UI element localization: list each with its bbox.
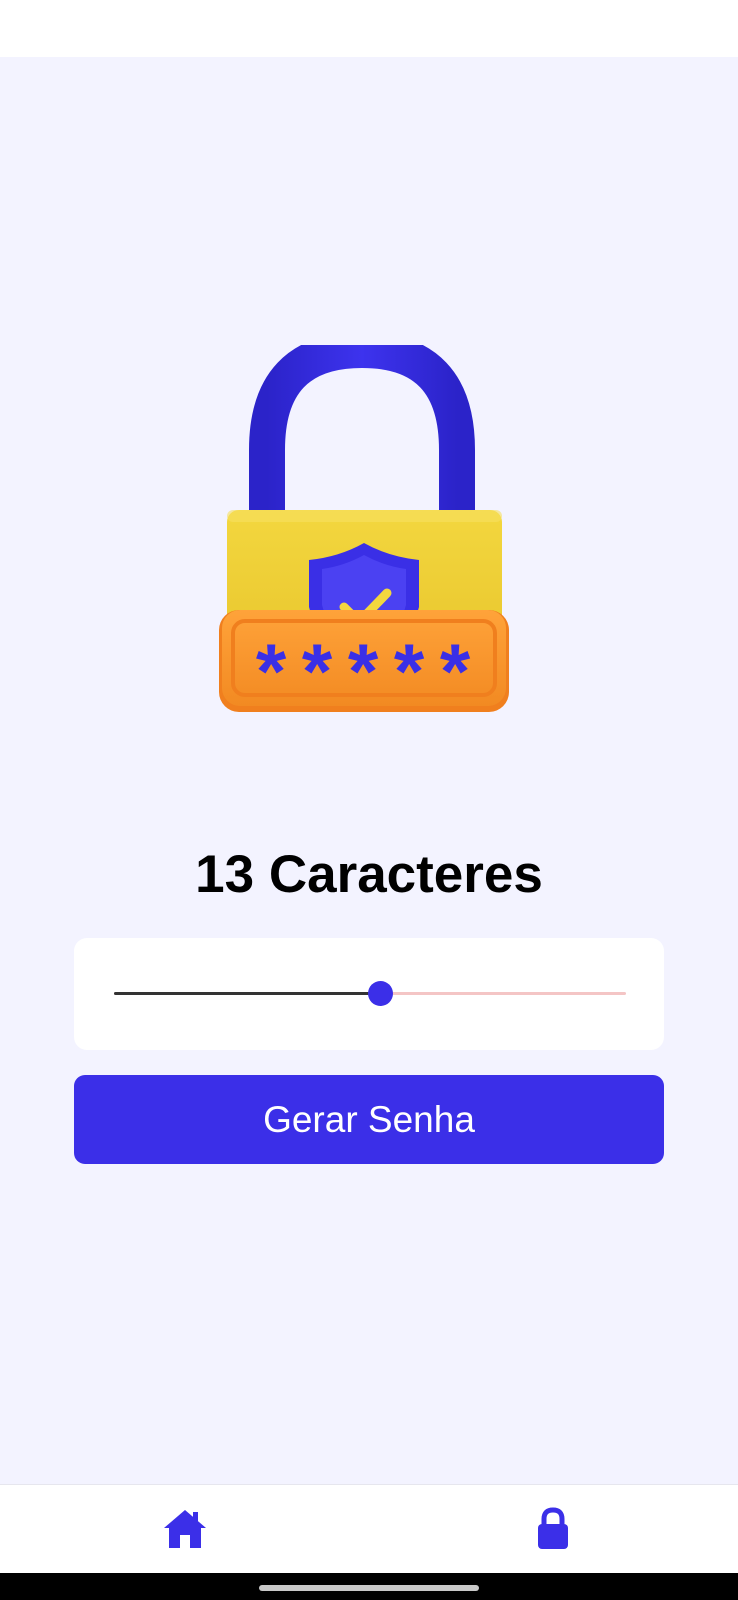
system-navigation-bar: [0, 1573, 738, 1600]
home-indicator[interactable]: [259, 1585, 479, 1591]
bottom-nav: [0, 1484, 738, 1573]
svg-text:*: *: [348, 627, 379, 715]
nav-home-tab[interactable]: [162, 1507, 208, 1551]
status-bar: [0, 0, 738, 57]
length-slider-track[interactable]: [114, 981, 626, 1006]
padlock-password-icon: * * * * *: [219, 345, 509, 715]
lock-icon: [538, 1507, 568, 1549]
nav-passwords-tab[interactable]: [536, 1507, 570, 1551]
generate-password-button[interactable]: Gerar Senha: [74, 1075, 664, 1164]
length-slider-thumb[interactable]: [368, 981, 394, 1006]
svg-text:*: *: [440, 627, 471, 715]
home-icon: [164, 1510, 206, 1548]
length-slider-card: [74, 938, 664, 1050]
svg-text:*: *: [256, 627, 287, 715]
main-content: [0, 57, 738, 1484]
length-slider-fill: [114, 992, 381, 995]
padlock-illustration: * * * * *: [219, 345, 519, 725]
password-length-label: 13 Caracteres: [195, 845, 543, 904]
svg-text:*: *: [302, 627, 333, 715]
svg-text:*: *: [394, 627, 425, 715]
